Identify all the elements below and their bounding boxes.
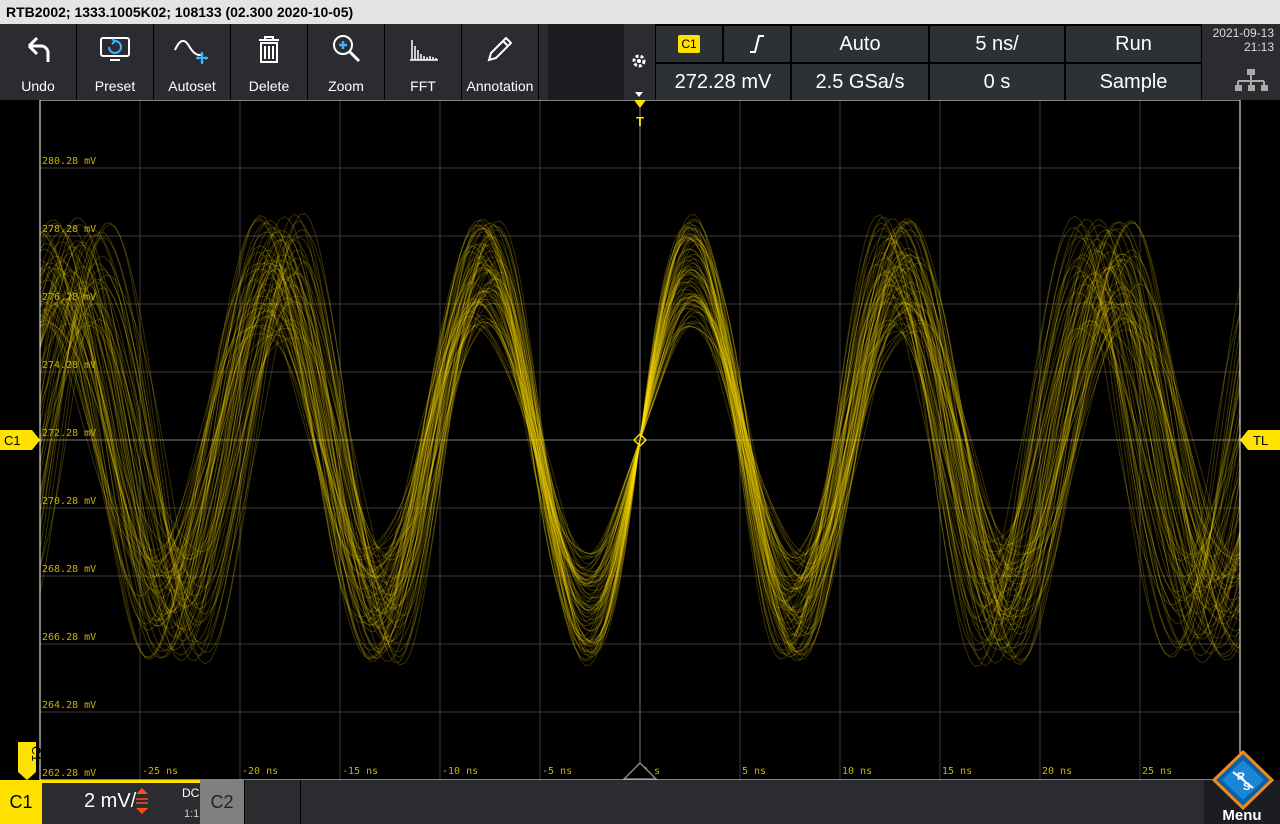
y-axis-label: 266.28 mV bbox=[42, 632, 96, 643]
zoom-label: Zoom bbox=[328, 78, 364, 94]
menu-button[interactable]: R S Menu bbox=[1204, 750, 1280, 824]
channel-offset-label: C1 bbox=[29, 746, 43, 762]
fft-label: FFT bbox=[410, 78, 436, 94]
rising-edge-icon bbox=[750, 35, 764, 53]
trigger-slope-cell[interactable] bbox=[724, 26, 790, 62]
x-axis-label: -5 ns bbox=[542, 766, 572, 777]
x-axis-label: -15 ns bbox=[342, 766, 378, 777]
autoset-button[interactable]: Autoset bbox=[154, 24, 231, 100]
x-axis-label: 15 ns bbox=[942, 766, 972, 777]
waveform-plot[interactable]: 280.28 mV 278.28 mV 276.28 mV 274.28 mV 272.… bbox=[0, 100, 1280, 780]
zoom-icon bbox=[333, 35, 361, 63]
delete-button[interactable]: Delete bbox=[231, 24, 308, 100]
toolbar-spacer bbox=[548, 24, 624, 100]
trigger-level[interactable]: 272.28 mV bbox=[656, 64, 790, 100]
toolbar: Undo Preset Autoset Delete Zoom FFT Anno… bbox=[0, 24, 548, 100]
trigger-source-cell[interactable]: C1 bbox=[656, 26, 722, 62]
delete-label: Delete bbox=[248, 78, 290, 94]
window-title: RTB2002; 1333.1005K02; 108133 (02.300 20… bbox=[0, 0, 1280, 24]
gear-icon bbox=[632, 54, 646, 97]
channel-c2-tab[interactable]: C2 bbox=[200, 780, 244, 824]
y-axis-label: 274.28 mV bbox=[42, 360, 96, 371]
menu-label: Menu bbox=[1222, 807, 1262, 824]
preset-button[interactable]: Preset bbox=[77, 24, 154, 100]
sample-rate[interactable]: 2.5 GSa/s bbox=[792, 64, 928, 100]
c1-vertical-scale: 2 mV/ bbox=[84, 790, 137, 812]
fft-icon bbox=[410, 40, 438, 61]
clock: 2021-09-13 21:13 bbox=[1202, 24, 1280, 100]
undo-icon bbox=[27, 36, 50, 62]
settings-toggle[interactable] bbox=[624, 24, 655, 100]
y-axis-label: 272.28 mV bbox=[42, 428, 96, 439]
channel-c1-tab[interactable]: C1 bbox=[0, 780, 42, 824]
c1-coupling: DC bbox=[182, 786, 200, 800]
timebase[interactable]: 5 ns/ bbox=[930, 26, 1064, 62]
x-axis-label: -25 ns bbox=[142, 766, 178, 777]
status-area bbox=[300, 780, 1205, 824]
preset-label: Preset bbox=[94, 78, 136, 94]
x-axis-label: 20 ns bbox=[1042, 766, 1072, 777]
c1-active-indicator bbox=[42, 780, 200, 783]
x-axis-label: 25 ns bbox=[1142, 766, 1172, 777]
autoset-icon bbox=[174, 39, 208, 64]
network-icon bbox=[1235, 69, 1268, 91]
trigger-level-marker-label: TL bbox=[1253, 433, 1268, 448]
channel-marker-label: C1 bbox=[4, 433, 21, 448]
acquisition-settings: C1 Auto 5 ns/ Run 272.28 mV 2.5 GSa/s 0 … bbox=[656, 24, 1201, 100]
c1-probe-ratio: 1:1 bbox=[184, 808, 200, 820]
acquisition-mode[interactable]: Sample bbox=[1066, 64, 1201, 100]
undo-button[interactable]: Undo bbox=[0, 24, 77, 100]
y-axis-label: 264.28 mV bbox=[42, 700, 96, 711]
autoset-label: Autoset bbox=[168, 78, 216, 94]
trigger-source-badge: C1 bbox=[678, 35, 700, 53]
fft-button[interactable]: FFT bbox=[385, 24, 462, 100]
preset-icon bbox=[100, 37, 130, 61]
x-axis-label: -20 ns bbox=[242, 766, 278, 777]
c1-scale-panel[interactable]: 2 mV/ DC 1:1 bbox=[42, 780, 200, 824]
horizontal-offset[interactable]: 0 s bbox=[930, 64, 1064, 100]
y-axis-label: 268.28 mV bbox=[42, 564, 96, 575]
rs-logo-icon: R S bbox=[1211, 750, 1275, 810]
annotation-label: Annotation bbox=[466, 78, 534, 94]
empty-slot bbox=[244, 780, 301, 824]
trigger-position-label: T bbox=[636, 114, 644, 129]
channel-bar: C1 2 mV/ DC 1:1 C2 R S Menu bbox=[0, 750, 1280, 824]
y-axis-label: 276.28 mV bbox=[42, 292, 96, 303]
x-axis-label: 5 ns bbox=[742, 766, 766, 777]
scale-adjust-icon bbox=[136, 788, 148, 814]
undo-label: Undo bbox=[21, 78, 55, 94]
trigger-mode[interactable]: Auto bbox=[792, 26, 928, 62]
y-axis-label: 262.28 mV bbox=[42, 768, 96, 779]
run-state[interactable]: Run bbox=[1066, 26, 1201, 62]
svg-text:S: S bbox=[1243, 781, 1250, 793]
x-axis-label: -10 ns bbox=[442, 766, 478, 777]
time-text: 21:13 bbox=[1243, 40, 1274, 54]
date-text: 2021-09-13 bbox=[1212, 26, 1274, 40]
zoom-button[interactable]: Zoom bbox=[308, 24, 385, 100]
annotation-button[interactable]: Annotation bbox=[462, 24, 539, 100]
y-axis-label: 280.28 mV bbox=[42, 156, 96, 167]
y-axis-label: 278.28 mV bbox=[42, 224, 96, 235]
y-axis-label: 270.28 mV bbox=[42, 496, 96, 507]
pencil-icon bbox=[487, 36, 513, 62]
trash-icon bbox=[259, 36, 279, 63]
x-axis-label: 10 ns bbox=[842, 766, 872, 777]
